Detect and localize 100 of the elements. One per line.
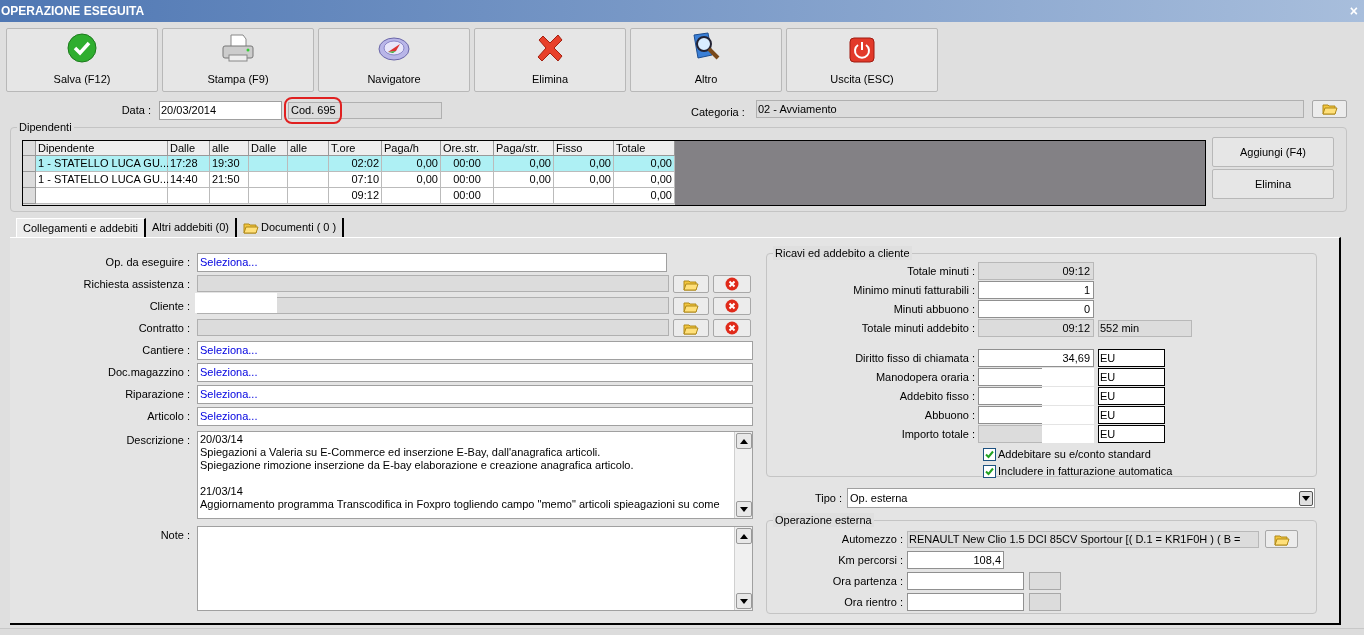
column-header[interactable]: Dipendente <box>36 141 168 156</box>
toolbar-button[interactable]: Uscita (ESC) <box>786 28 938 92</box>
table-cell <box>382 188 441 204</box>
folder-icon <box>683 277 699 291</box>
group-title: Operazione esterna <box>773 513 874 527</box>
memo-field[interactable] <box>197 431 753 519</box>
table-cell <box>210 188 249 204</box>
amount-field[interactable] <box>978 387 1094 405</box>
table-row[interactable]: 1 - STATELLO LUCA GU...17:28 19:30 02:02 0,00 00:00 0,00 0,00 0,00 <box>23 156 675 172</box>
checkbox[interactable] <box>983 448 996 461</box>
cross-icon <box>535 32 565 63</box>
table-cell: 09:12 <box>329 188 382 204</box>
vehicle-field: RENAULT New Clio 1.5 DCI 85CV Sportour [( D.1 = KR1F0H ) ( B = <box>907 530 1259 548</box>
table-cell <box>494 188 554 204</box>
time-button[interactable] <box>1029 572 1061 590</box>
number-field: 09:12 <box>978 262 1094 280</box>
field-label: Minuti abbuono : <box>892 301 976 317</box>
clear-button[interactable] <box>713 297 751 315</box>
field-label: Abbuono : <box>923 407 976 423</box>
selection-field[interactable]: Seleziona... <box>197 385 753 404</box>
selection-field[interactable]: Seleziona... <box>197 363 753 382</box>
number-field[interactable]: 0 <box>978 300 1094 318</box>
action-button[interactable]: Elimina <box>1212 169 1334 199</box>
field-label: Note : <box>159 528 191 543</box>
field-label: Doc.magazzino : <box>107 365 191 380</box>
toolbar-button[interactable]: Navigatore <box>318 28 470 92</box>
tab[interactable]: Collegamenti e addebiti <box>16 218 146 237</box>
table-row[interactable]: 09:12 00:00 0,00 <box>23 188 675 204</box>
currency-field[interactable]: EU <box>1098 387 1165 405</box>
scroll-bar[interactable] <box>734 432 752 518</box>
toolbar-button[interactable]: Altro <box>630 28 782 92</box>
column-header[interactable]: Dalle <box>249 141 288 156</box>
scroll-down-button[interactable] <box>736 593 752 609</box>
km-field[interactable]: 108,4 <box>907 551 1004 569</box>
column-header[interactable]: alle <box>288 141 329 156</box>
browse-button[interactable] <box>673 319 709 337</box>
currency-field[interactable]: EU <box>1098 406 1165 424</box>
minutes-field: 552 min <box>1098 319 1192 337</box>
clear-button[interactable] <box>713 275 751 293</box>
toolbar-button[interactable]: Stampa (F9) <box>162 28 314 92</box>
scroll-down-button[interactable] <box>736 501 752 517</box>
scroll-bar[interactable] <box>734 527 752 610</box>
clear-button[interactable] <box>713 319 751 337</box>
currency-field[interactable]: EU <box>1098 349 1165 367</box>
column-header[interactable]: Paga/str. <box>494 141 554 156</box>
clear-icon <box>725 277 739 291</box>
folder-icon <box>1321 102 1338 115</box>
amount-field[interactable] <box>978 368 1094 386</box>
type-dropdown[interactable]: Op. esterna <box>847 488 1315 508</box>
scroll-up-button[interactable] <box>736 433 752 449</box>
lookup-field[interactable] <box>197 319 669 336</box>
time-button[interactable] <box>1029 593 1061 611</box>
currency-field[interactable]: EU <box>1098 425 1165 443</box>
toolbar-button[interactable]: Salva (F12) <box>6 28 158 92</box>
table-cell: 00:00 <box>441 188 494 204</box>
amount-field[interactable] <box>978 406 1094 424</box>
group-title: Ricavi ed addebito a cliente <box>773 246 912 260</box>
up-arrow-icon <box>740 533 748 539</box>
time-field[interactable] <box>907 593 1024 611</box>
field-label: Cliente : <box>148 299 191 314</box>
number-field[interactable]: 1 <box>978 281 1094 299</box>
memo-text: 20/03/14 Spiegazioni a Valeria su E-Commerce ed inserzione E-Bay, dall'anagrafica articoli. Spiegazione rimozione inserzione da E-bay elaborazione e creazione anagrafica articolo. 21/03/14 Aggiornamento programma Transcodifica in Foxpro togliendo campo "memo" articoli spieagazioni su come <box>200 433 720 510</box>
column-header[interactable]: T.ore <box>329 141 382 156</box>
table-row[interactable]: 1 - STATELLO LUCA GU...14:40 21:50 07:10 0,00 00:00 0,00 0,00 0,00 <box>23 172 675 188</box>
memo-field[interactable] <box>197 526 753 611</box>
selection-field[interactable]: Seleziona... <box>197 407 753 426</box>
up-arrow-icon <box>740 438 748 444</box>
field-label: Richiesta assistenza : <box>82 277 191 292</box>
currency-field[interactable]: EU <box>1098 368 1165 386</box>
column-header[interactable]: alle <box>210 141 249 156</box>
toolbar-button[interactable]: Elimina <box>474 28 626 92</box>
column-header[interactable]: Paga/h <box>382 141 441 156</box>
selection-field[interactable]: Seleziona... <box>197 253 667 272</box>
category-field[interactable]: 02 - Avviamento <box>756 99 1304 118</box>
selection-field[interactable]: Seleziona... <box>197 341 753 360</box>
column-header[interactable]: Dalle <box>168 141 210 156</box>
field-label: Data : <box>120 102 151 118</box>
column-header[interactable]: Ore.str. <box>441 141 494 156</box>
amount-field[interactable]: 34,69 <box>978 349 1094 367</box>
browse-button[interactable] <box>1312 99 1347 118</box>
field-label: Ora rientro : <box>843 594 904 610</box>
scroll-up-button[interactable] <box>736 528 752 544</box>
action-button[interactable]: Aggiungi (F4) <box>1212 137 1334 167</box>
checkmark-icon <box>67 32 97 63</box>
browse-button[interactable] <box>673 297 709 315</box>
browse-button[interactable] <box>673 275 709 293</box>
browse-button[interactable] <box>1265 530 1298 548</box>
field-label: Riparazione : <box>124 387 191 402</box>
column-header[interactable]: Totale <box>614 141 675 156</box>
field-label: Manodopera oraria : <box>874 369 976 385</box>
folder-icon <box>1273 532 1290 546</box>
lookup-field[interactable] <box>197 275 669 292</box>
checkbox-label: Includere in fatturazione automatica <box>998 464 1173 480</box>
column-header[interactable]: Fisso <box>554 141 614 156</box>
field-label: Tipo : <box>813 490 843 506</box>
field-label: Km percorsi : <box>837 552 904 568</box>
date-field[interactable]: 20/03/2014 <box>159 100 282 120</box>
field-label: Importo totale : <box>900 426 976 442</box>
checkbox[interactable] <box>983 465 996 478</box>
time-field[interactable] <box>907 572 1024 590</box>
